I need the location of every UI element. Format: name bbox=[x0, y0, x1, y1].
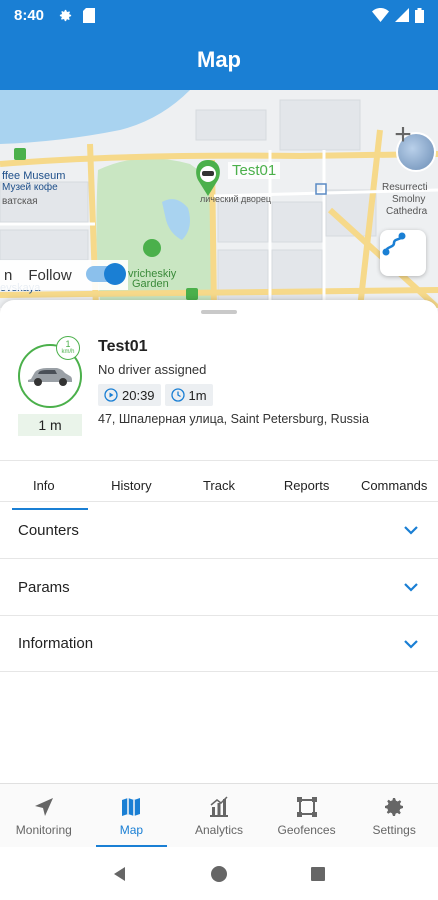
play-circle-icon bbox=[104, 388, 118, 402]
bottom-navigation: Monitoring Map Analytics Geofences Setti… bbox=[0, 783, 438, 847]
map-label-museum: ffee Museum bbox=[2, 170, 66, 182]
back-icon[interactable] bbox=[111, 865, 129, 883]
section-params[interactable]: Params bbox=[0, 558, 438, 615]
car-icon bbox=[28, 368, 72, 386]
chevron-down-icon bbox=[404, 583, 418, 592]
sd-card-icon bbox=[83, 7, 96, 23]
garden-poi-icon bbox=[143, 239, 161, 257]
map-label-palace: лический дворец bbox=[200, 194, 272, 204]
time-value: 20:39 bbox=[122, 387, 155, 403]
navigation-arrow-icon bbox=[34, 797, 53, 816]
unit-chips: 20:39 1m bbox=[98, 384, 213, 406]
tab-history[interactable]: History bbox=[88, 461, 176, 504]
driver-status: No driver assigned bbox=[98, 362, 207, 377]
speed-unit: km/h bbox=[61, 349, 75, 355]
follow-control: n Follow bbox=[0, 260, 128, 290]
vehicle-marker-label[interactable]: Test01 bbox=[228, 162, 281, 179]
battery-icon bbox=[415, 7, 424, 23]
map-label-cathedral-3: Cathedra bbox=[386, 206, 428, 217]
nav-settings-label: Settings bbox=[372, 822, 416, 837]
sheet-drag-handle[interactable] bbox=[201, 310, 237, 314]
section-counters[interactable]: Counters bbox=[0, 501, 438, 558]
time-chip: 20:39 bbox=[98, 384, 161, 406]
unit-bottom-sheet: 1 km/h 1 m Test01 No driver assigned 20:… bbox=[0, 300, 438, 783]
speed-value: 1 bbox=[65, 339, 71, 349]
unit-tabs: Info History Track Reports Commands bbox=[0, 460, 438, 510]
map-view[interactable]: ffee Museum Музей кофе ватская vricheski… bbox=[0, 90, 438, 308]
nav-monitoring-label: Monitoring bbox=[15, 822, 72, 837]
section-counters-label: Counters bbox=[18, 521, 79, 539]
signal-icon bbox=[395, 8, 409, 22]
duration-chip: 1m bbox=[164, 384, 213, 406]
section-information[interactable]: Information bbox=[0, 615, 438, 672]
tab-track[interactable]: Track bbox=[175, 461, 263, 504]
nav-geofences-label: Geofences bbox=[277, 822, 336, 837]
page-title: Map bbox=[197, 47, 241, 72]
gear-icon bbox=[385, 797, 404, 816]
map-icon bbox=[122, 797, 141, 816]
nav-monitoring[interactable]: Monitoring bbox=[0, 784, 88, 847]
follow-toggle-knob bbox=[104, 263, 126, 285]
system-navigation-bar bbox=[0, 847, 438, 900]
zoom-in-button[interactable]: + bbox=[388, 120, 418, 150]
home-icon[interactable] bbox=[210, 865, 228, 883]
duration-value: 1m bbox=[188, 387, 207, 403]
chevron-down-icon bbox=[404, 639, 418, 649]
status-bar: 8:40 bbox=[0, 0, 438, 30]
follow-label: Follow bbox=[28, 266, 72, 284]
unit-address: 47, Шпалерная улица, Saint Petersburg, R… bbox=[98, 412, 369, 426]
nav-analytics[interactable]: Analytics bbox=[175, 784, 263, 847]
gear-icon bbox=[59, 9, 72, 21]
nav-map[interactable]: Map bbox=[88, 784, 176, 847]
tab-commands[interactable]: Commands bbox=[350, 461, 438, 504]
follow-toggle[interactable] bbox=[86, 263, 126, 285]
map-label-cathedral-1: Resurrecti bbox=[382, 182, 428, 193]
geofence-icon bbox=[296, 796, 317, 817]
app-bar: Map bbox=[0, 30, 438, 90]
chevron-down-icon bbox=[404, 526, 418, 535]
museum-poi-icon bbox=[14, 148, 26, 160]
tab-reports[interactable]: Reports bbox=[263, 461, 351, 504]
last-update-age: 1 m bbox=[18, 414, 82, 436]
analytics-icon bbox=[209, 795, 228, 817]
clock-icon bbox=[170, 388, 185, 402]
section-params-label: Params bbox=[18, 578, 70, 596]
map-label-cathedral-2: Smolny bbox=[392, 194, 426, 205]
nav-map-label: Map bbox=[119, 822, 144, 837]
route-icon bbox=[382, 232, 406, 256]
metro-poi-icon bbox=[186, 288, 198, 300]
section-information-label: Information bbox=[18, 635, 94, 652]
status-time: 8:40 bbox=[14, 6, 45, 24]
nav-geofences[interactable]: Geofences bbox=[263, 784, 351, 847]
map-label-street: ватская bbox=[2, 196, 38, 207]
nav-analytics-label: Analytics bbox=[194, 822, 243, 837]
map-label-museum-ru: Музей кофе bbox=[2, 182, 58, 193]
speed-badge: 1 km/h bbox=[56, 336, 80, 360]
tab-info[interactable]: Info bbox=[0, 461, 88, 510]
nav-settings[interactable]: Settings bbox=[350, 784, 438, 847]
map-label-garden-2: Garden bbox=[132, 278, 169, 290]
unit-name: Test01 bbox=[98, 338, 148, 355]
recents-icon[interactable] bbox=[309, 865, 327, 883]
route-button[interactable] bbox=[380, 230, 426, 276]
wifi-icon bbox=[372, 8, 389, 22]
follow-prefix: n bbox=[4, 266, 13, 284]
